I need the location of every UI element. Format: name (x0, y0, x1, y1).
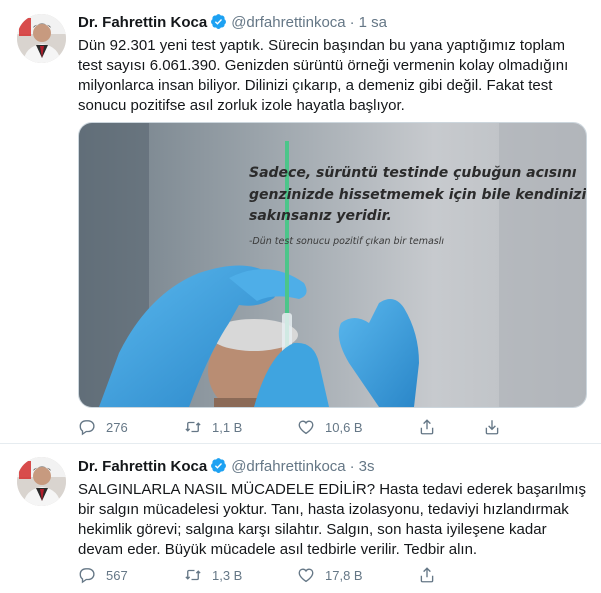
reply-button[interactable]: 567 (78, 566, 128, 584)
like-icon (298, 568, 314, 583)
reply-button[interactable]: 276 (78, 418, 128, 436)
download-button[interactable] (483, 418, 511, 436)
verified-icon (210, 457, 227, 480)
share-button[interactable] (418, 566, 446, 584)
reply-count: 567 (106, 567, 128, 583)
like-count: 10,6 B (325, 419, 363, 435)
like-count: 17,8 B (325, 567, 363, 583)
reply-icon (79, 568, 95, 584)
tweet[interactable]: Dr. Fahrettin Koca @drfahrettinkoca · 1 sa … (0, 0, 601, 444)
tweet-header: Dr. Fahrettin Koca @drfahrettinkoca · 1 sa (78, 13, 387, 36)
tweet-text: Dün 92.301 yeni test yaptık. Sürecin baş… (78, 37, 569, 114)
like-button[interactable]: 10,6 B (297, 418, 363, 436)
author-handle[interactable]: @drfahrettinkoca (231, 14, 345, 31)
tweet-media-image[interactable]: Sadece, sürüntü testinde çubuğun acısını… (78, 122, 587, 408)
retweet-count: 1,1 B (212, 419, 243, 435)
reply-count: 276 (106, 419, 128, 435)
author-name[interactable]: Dr. Fahrettin Koca (78, 458, 207, 475)
quote-attribution: -Dün test sonucu pozitif çıkan bir temas… (249, 236, 444, 247)
tweet-actions: 567 1,3 B 17,8 B (78, 566, 518, 586)
retweet-count: 1,3 B (212, 567, 243, 583)
retweet-icon (185, 421, 201, 433)
retweet-button[interactable]: 1,3 B (184, 566, 242, 584)
author-name[interactable]: Dr. Fahrettin Koca (78, 14, 207, 31)
separator: · (349, 458, 355, 475)
retweet-button[interactable]: 1,1 B (184, 418, 242, 436)
timestamp[interactable]: 3s (359, 458, 375, 475)
like-icon (298, 420, 314, 435)
like-button[interactable]: 17,8 B (297, 566, 363, 584)
tweet-text: SALGINLARLA NASIL MÜCADELE EDİLİR? Hasta… (78, 481, 586, 558)
avatar[interactable] (17, 457, 66, 506)
quote-line: Sadece, sürüntü testinde çubuğun acısını (249, 165, 577, 181)
quote-line: sakınsanız yeridir. (249, 208, 392, 224)
share-icon (420, 567, 434, 583)
share-icon (420, 419, 434, 435)
separator: · (349, 14, 355, 31)
tweet-actions: 276 1,1 B 10,6 B (78, 418, 518, 438)
quote-line: genzinizde hissetmemek için bile kendini… (249, 187, 586, 203)
author-handle[interactable]: @drfahrettinkoca (231, 458, 345, 475)
timestamp[interactable]: 1 sa (359, 14, 387, 31)
share-button[interactable] (418, 418, 446, 436)
avatar[interactable] (17, 14, 66, 63)
reply-icon (79, 420, 95, 436)
retweet-icon (185, 569, 201, 581)
tweet-header: Dr. Fahrettin Koca @drfahrettinkoca · 3s (78, 457, 375, 480)
verified-icon (210, 13, 227, 36)
tweet[interactable]: Dr. Fahrettin Koca @drfahrettinkoca · 3s SA… (0, 444, 601, 593)
download-icon (485, 420, 499, 435)
